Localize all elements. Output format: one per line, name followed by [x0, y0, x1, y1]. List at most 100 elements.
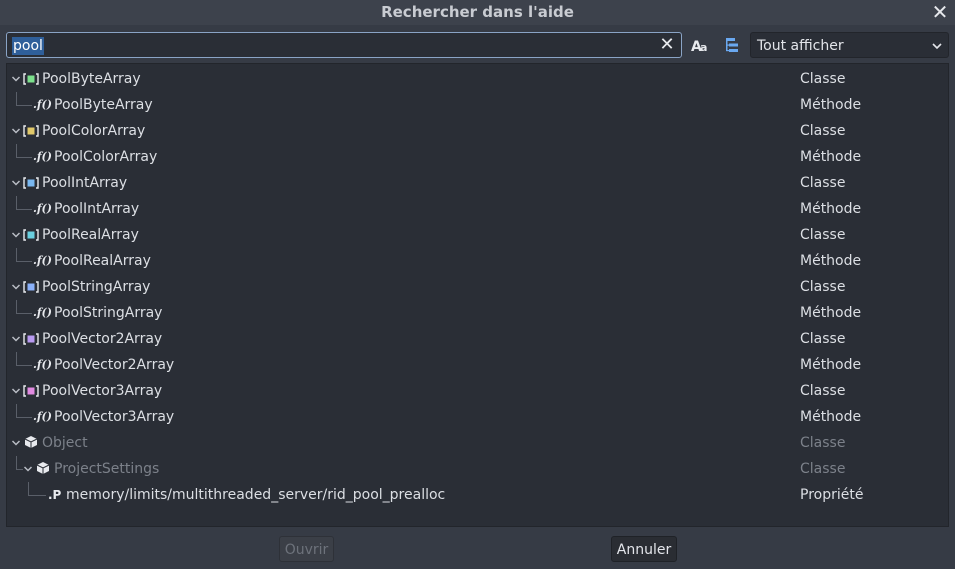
- tree-guide-line: [16, 105, 32, 106]
- chevron-down-icon: [932, 43, 942, 50]
- close-icon[interactable]: ✕: [929, 1, 951, 23]
- filter-select-value: Tout afficher: [757, 38, 844, 54]
- case-sensitive-icon[interactable]: A a: [689, 34, 711, 56]
- result-type: Méthode: [800, 357, 862, 373]
- result-type: Méthode: [800, 409, 862, 425]
- chevron-down-icon[interactable]: [11, 126, 21, 136]
- tree-row[interactable]: .f() PoolRealArray Méthode: [7, 248, 948, 274]
- filter-select[interactable]: Tout afficher: [750, 32, 949, 58]
- class-icon: [23, 229, 39, 241]
- tree-row[interactable]: .f() PoolVector3Array Méthode: [7, 404, 948, 430]
- result-type: Propriété: [800, 487, 864, 503]
- method-icon: .f(): [33, 306, 52, 319]
- tree-guide-line: [16, 157, 32, 158]
- result-name: PoolRealArray: [54, 253, 151, 269]
- tree-row[interactable]: .f() PoolByteArray Méthode: [7, 92, 948, 118]
- tree-guide-line: [16, 404, 17, 417]
- result-name: PoolByteArray: [42, 71, 141, 87]
- search-input-value[interactable]: pool: [12, 37, 44, 55]
- method-icon: .f(): [33, 150, 52, 163]
- tree-guide-line: [16, 365, 32, 366]
- tree-guide-line: [28, 482, 29, 495]
- tree-row[interactable]: PoolVector2Array Classe: [7, 326, 948, 352]
- tree-row[interactable]: PoolStringArray Classe: [7, 274, 948, 300]
- tree-row[interactable]: ProjectSettings Classe: [7, 456, 948, 482]
- tree-guide-line: [16, 300, 17, 313]
- dialog-title: Rechercher dans l'aide: [381, 3, 574, 21]
- chevron-down-icon[interactable]: [11, 386, 21, 396]
- result-type: Classe: [800, 331, 846, 347]
- result-type: Classe: [800, 279, 846, 295]
- tree-guide-line: [28, 495, 46, 496]
- result-name: PoolVector3Array: [42, 383, 163, 399]
- tree-guide-line: [16, 261, 32, 262]
- class-icon: [23, 281, 39, 293]
- method-icon: .f(): [33, 410, 52, 423]
- tree-guide-line: [16, 456, 17, 469]
- result-name: Object: [42, 435, 88, 451]
- result-type: Classe: [800, 227, 846, 243]
- tree-guide-line: [16, 248, 17, 261]
- chevron-down-icon[interactable]: [11, 438, 21, 448]
- result-name: ProjectSettings: [54, 461, 160, 477]
- result-type: Méthode: [800, 201, 862, 217]
- cancel-button[interactable]: Annuler: [611, 536, 677, 562]
- result-type: Classe: [800, 461, 846, 477]
- title-bar: Rechercher dans l'aide ✕: [0, 0, 955, 25]
- result-name: memory/limits/multithreaded_server/rid_p…: [66, 487, 446, 503]
- tree-row[interactable]: Object Classe: [7, 430, 948, 456]
- tree-row[interactable]: .f() PoolColorArray Méthode: [7, 144, 948, 170]
- class-icon: [23, 385, 39, 397]
- tree-row[interactable]: .P memory/limits/multithreaded_server/rid…: [7, 482, 948, 508]
- tree-guide-line: [16, 417, 32, 418]
- result-type: Méthode: [800, 97, 862, 113]
- tree-row[interactable]: .f() PoolVector2Array Méthode: [7, 352, 948, 378]
- result-type: Classe: [800, 175, 846, 191]
- class-icon: [23, 333, 39, 345]
- tree-row[interactable]: PoolIntArray Classe: [7, 170, 948, 196]
- result-name: PoolIntArray: [42, 175, 128, 191]
- result-type: Méthode: [800, 253, 862, 269]
- tree-row[interactable]: PoolRealArray Classe: [7, 222, 948, 248]
- open-button[interactable]: Ouvrir: [279, 536, 334, 562]
- result-type: Classe: [800, 123, 846, 139]
- tree-row[interactable]: .f() PoolIntArray Méthode: [7, 196, 948, 222]
- result-type: Méthode: [800, 305, 862, 321]
- result-name: PoolVector2Array: [54, 357, 175, 373]
- result-name: PoolStringArray: [42, 279, 151, 295]
- class-icon: [23, 125, 39, 137]
- results-tree[interactable]: PoolByteArray Classe .f() PoolByteArray Méth…: [6, 63, 949, 527]
- result-name: PoolByteArray: [54, 97, 153, 113]
- chevron-down-icon[interactable]: [11, 334, 21, 344]
- property-icon: .P: [48, 488, 62, 502]
- result-name: PoolIntArray: [54, 201, 140, 217]
- result-name: PoolColorArray: [54, 149, 158, 165]
- tree-guide-line: [16, 209, 32, 210]
- class-icon: [23, 177, 39, 189]
- search-input[interactable]: pool ✕: [6, 32, 682, 58]
- chevron-down-icon[interactable]: [11, 230, 21, 240]
- tree-row[interactable]: PoolVector3Array Classe: [7, 378, 948, 404]
- help-search-dialog: Rechercher dans l'aide ✕ pool ✕ A a Tout…: [0, 0, 955, 569]
- tree-row[interactable]: .f() PoolStringArray Méthode: [7, 300, 948, 326]
- tree-guide-line: [16, 144, 17, 157]
- method-icon: .f(): [33, 254, 52, 267]
- hierarchy-icon[interactable]: [722, 34, 744, 56]
- clear-icon[interactable]: ✕: [657, 34, 677, 56]
- chevron-down-icon[interactable]: [11, 282, 21, 292]
- tree-guide-line: [16, 352, 17, 365]
- result-type: Classe: [800, 71, 846, 87]
- method-icon: .f(): [33, 98, 52, 111]
- result-name: PoolRealArray: [42, 227, 139, 243]
- chevron-down-icon[interactable]: [11, 74, 21, 84]
- result-type: Méthode: [800, 149, 862, 165]
- chevron-down-icon[interactable]: [23, 464, 33, 474]
- chevron-down-icon[interactable]: [11, 178, 21, 188]
- tree-row[interactable]: PoolColorArray Classe: [7, 118, 948, 144]
- result-type: Classe: [800, 383, 846, 399]
- tree-row[interactable]: PoolByteArray Classe: [7, 66, 948, 92]
- node-icon: [24, 436, 38, 448]
- class-icon: [23, 73, 39, 85]
- result-name: PoolVector3Array: [54, 409, 175, 425]
- result-name: PoolColorArray: [42, 123, 146, 139]
